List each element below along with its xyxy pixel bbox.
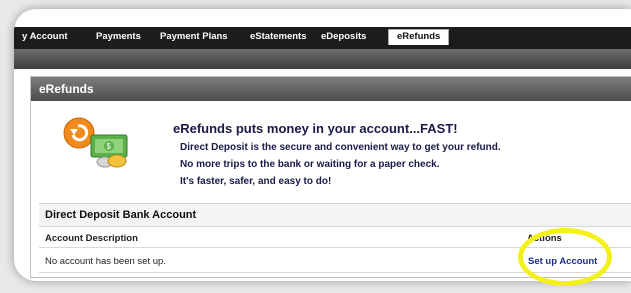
info-line-3: It's faster, safer, and easy to do! bbox=[180, 176, 332, 187]
tab-edeposits[interactable]: eDeposits bbox=[321, 31, 366, 42]
headline: eRefunds puts money in your account...FA… bbox=[173, 121, 458, 136]
svg-text:$: $ bbox=[107, 142, 112, 151]
refund-money-icon: $ bbox=[63, 117, 128, 168]
tab-payments[interactable]: Payments bbox=[96, 31, 141, 42]
tab-my-account[interactable]: y Account bbox=[22, 31, 68, 42]
yellow-highlight-circle bbox=[518, 228, 612, 286]
tab-estatements[interactable]: eStatements bbox=[250, 31, 307, 42]
divider bbox=[39, 226, 631, 227]
info-line-1: Direct Deposit is the secure and conveni… bbox=[180, 142, 501, 153]
sub-navigation-bar bbox=[14, 49, 631, 69]
column-account-description: Account Description bbox=[45, 233, 138, 244]
panel-title: eRefunds bbox=[31, 77, 631, 101]
account-description-cell: No account has been set up. bbox=[45, 256, 166, 267]
info-line-2: No more trips to the bank or waiting for… bbox=[180, 159, 440, 170]
bank-account-section-title: Direct Deposit Bank Account bbox=[39, 203, 631, 226]
tab-erefunds[interactable]: eRefunds bbox=[388, 29, 450, 45]
tab-payment-plans[interactable]: Payment Plans bbox=[160, 31, 228, 42]
top-navigation: y Account Payments Payment Plans eStatem… bbox=[14, 27, 631, 49]
